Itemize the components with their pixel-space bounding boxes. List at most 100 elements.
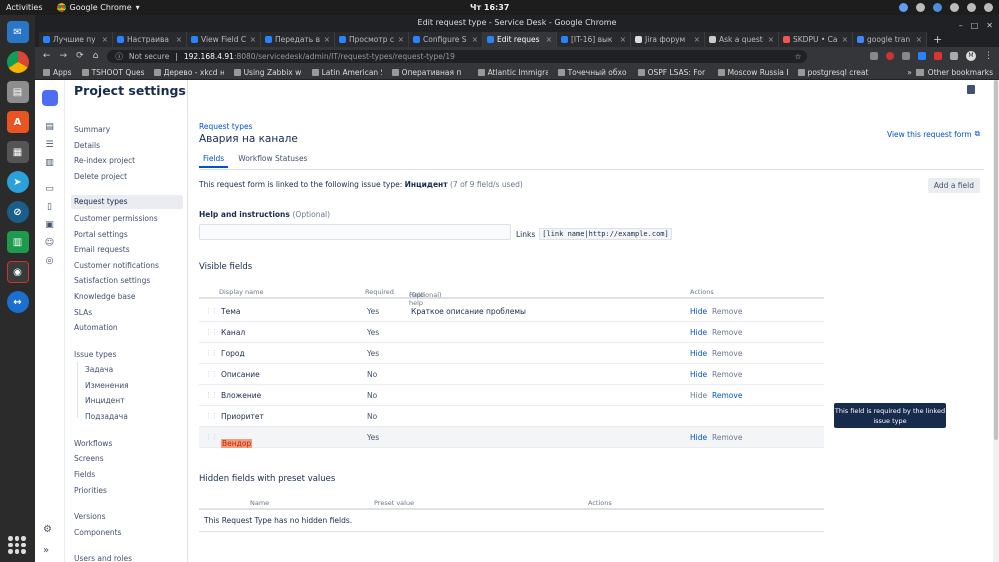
- nav-reindex[interactable]: Re-index project: [74, 156, 135, 165]
- telegram-icon[interactable]: ➤: [6, 171, 29, 193]
- back-icon[interactable]: ←: [43, 51, 51, 61]
- nav-issue-type[interactable]: Задача: [85, 365, 113, 374]
- table-row[interactable]: ⋮⋮ Вложение No Hide Remove: [199, 385, 824, 406]
- expand-sidebar-icon[interactable]: »: [43, 545, 52, 556]
- bookmark-item[interactable]: postgresql creat: [797, 68, 876, 77]
- chrome-dock-icon[interactable]: [6, 51, 29, 73]
- nav-components[interactable]: Components: [74, 528, 121, 537]
- gear-icon[interactable]: ⚙: [43, 524, 52, 535]
- table-row[interactable]: ⋮⋮ Приоритет No: [199, 406, 824, 427]
- new-tab-button[interactable]: +: [933, 32, 942, 47]
- tab-workflow-statuses[interactable]: Workflow Statuses: [238, 154, 307, 168]
- system-tray[interactable]: [899, 3, 993, 12]
- close-tab-icon[interactable]: ×: [546, 35, 552, 44]
- bookmark-star-icon[interactable]: ☆: [795, 52, 802, 61]
- browser-tab[interactable]: SKDPU • Ca ×: [779, 32, 853, 47]
- teamviewer-icon[interactable]: ↔: [6, 291, 29, 313]
- hide-button[interactable]: Hide: [690, 307, 707, 316]
- field-help-text[interactable]: Краткое описание проблемы: [411, 307, 526, 316]
- close-tab-icon[interactable]: ×: [102, 35, 108, 44]
- bookmark-item[interactable]: Оперативная п: [391, 68, 468, 77]
- close-tab-icon[interactable]: ×: [620, 35, 626, 44]
- browser-tab[interactable]: Лучшие пу ×: [39, 32, 113, 47]
- nav-users-and-roles[interactable]: Users and roles: [74, 554, 132, 562]
- browser-tab[interactable]: Передать в ×: [261, 32, 335, 47]
- table-row[interactable]: ⋮⋮ Тема Yes Краткое описание проблемы Hi…: [199, 301, 824, 322]
- info-icon[interactable]: ⓘ: [115, 51, 123, 62]
- drag-handle-icon[interactable]: ⋮⋮: [205, 307, 218, 315]
- hide-button[interactable]: Hide: [690, 328, 707, 337]
- extension-icon[interactable]: [950, 52, 958, 60]
- calculator-icon[interactable]: ▦: [6, 141, 29, 163]
- nav-issue-types[interactable]: Issue types: [74, 350, 116, 359]
- app-menu[interactable]: Google Chrome ▾: [56, 3, 140, 12]
- nav-request-types[interactable]: Request types: [71, 195, 183, 209]
- home-icon[interactable]: ⌂: [93, 51, 99, 61]
- extension-icon[interactable]: [934, 52, 942, 60]
- browser-tab[interactable]: google tran ×: [853, 32, 927, 47]
- nav-email-requests[interactable]: Email requests: [74, 245, 130, 254]
- extension-icon[interactable]: [870, 52, 878, 60]
- activities-button[interactable]: Activities: [6, 3, 43, 12]
- nav-screens[interactable]: Screens: [74, 454, 104, 463]
- bookmark-apps[interactable]: Apps: [43, 68, 72, 77]
- page-scrollbar[interactable]: [993, 80, 999, 562]
- drag-handle-icon[interactable]: ⋮⋮: [205, 349, 218, 357]
- nav-workflows[interactable]: Workflows: [74, 439, 112, 448]
- close-tab-icon[interactable]: ×: [324, 35, 330, 44]
- forward-icon[interactable]: →: [60, 51, 68, 61]
- close-tab-icon[interactable]: ×: [842, 35, 848, 44]
- bookmarks-overflow-icon[interactable]: »: [907, 68, 912, 77]
- nav-summary[interactable]: Summary: [74, 125, 110, 134]
- extension-icon[interactable]: [918, 52, 926, 60]
- close-tab-icon[interactable]: ×: [916, 35, 922, 44]
- kebab-menu-icon[interactable]: ⋮: [984, 51, 993, 61]
- service-desk-logo-icon[interactable]: [41, 90, 58, 106]
- tab-fields[interactable]: Fields: [199, 154, 229, 168]
- close-tab-icon[interactable]: ×: [472, 35, 478, 44]
- spreadsheet-icon[interactable]: ▥: [6, 231, 29, 253]
- drag-handle-icon[interactable]: ⋮⋮: [205, 391, 218, 399]
- close-tab-icon[interactable]: ×: [398, 35, 404, 44]
- nav-delete-project[interactable]: Delete project: [74, 172, 127, 181]
- close-tab-icon[interactable]: ×: [250, 35, 256, 44]
- address-bar[interactable]: ⓘ Not secure | 192.168.4.91:8080/service…: [107, 49, 808, 63]
- browser-tab[interactable]: View Field C ×: [187, 32, 261, 47]
- bookmark-item[interactable]: Latin American S: [311, 68, 382, 77]
- nav-issue-type[interactable]: Инцидент: [85, 396, 125, 405]
- hide-button[interactable]: Hide: [690, 349, 707, 358]
- puzzle-tray-icon[interactable]: [916, 3, 925, 12]
- thunderbird-icon[interactable]: ✉: [6, 21, 29, 43]
- files-icon[interactable]: ▤: [6, 81, 29, 103]
- remove-button[interactable]: Remove: [712, 391, 742, 400]
- power-icon[interactable]: [984, 3, 993, 12]
- hide-button[interactable]: Hide: [690, 391, 707, 400]
- remove-button[interactable]: Remove: [712, 328, 742, 337]
- breadcrumb[interactable]: Request types: [199, 122, 253, 131]
- nav-details[interactable]: Details: [74, 141, 100, 150]
- nav-portal-settings[interactable]: Portal settings: [74, 230, 128, 239]
- close-tab-icon[interactable]: ×: [176, 35, 182, 44]
- table-row-hovered[interactable]: ⋮⋮ Вендор Yes Hide Remove: [199, 427, 824, 448]
- shield-tray-icon[interactable]: [950, 3, 959, 12]
- browser-tab[interactable]: Настраива ×: [113, 32, 187, 47]
- customers-icon[interactable]: ☰: [44, 139, 55, 150]
- table-row[interactable]: ⋮⋮ Канал Yes Hide Remove: [199, 322, 824, 343]
- remove-button[interactable]: Remove: [712, 349, 742, 358]
- hide-button[interactable]: Hide: [690, 433, 707, 442]
- bookmark-item[interactable]: Moscow Russia E: [717, 68, 788, 77]
- nav-customer-notifications[interactable]: Customer notifications: [74, 261, 159, 270]
- clock[interactable]: Чт 16:37: [470, 3, 509, 12]
- vpn-icon[interactable]: ⊘: [6, 201, 29, 223]
- scrollbar-thumb[interactable]: [994, 80, 998, 440]
- raise-request-icon[interactable]: ▣: [44, 219, 55, 230]
- nav-satisfaction-settings[interactable]: Satisfaction settings: [74, 276, 150, 285]
- help-instructions-input[interactable]: [199, 224, 511, 240]
- selected-field-name[interactable]: Вендор: [221, 439, 253, 448]
- bookmark-item[interactable]: TSHOOT Questi: [81, 68, 144, 77]
- nav-fields[interactable]: Fields: [74, 470, 95, 479]
- nav-automation[interactable]: Automation: [74, 323, 118, 332]
- drag-handle-icon[interactable]: ⋮⋮: [205, 433, 218, 441]
- drag-handle-icon[interactable]: ⋮⋮: [205, 328, 218, 336]
- reload-icon[interactable]: ⟳: [76, 51, 84, 61]
